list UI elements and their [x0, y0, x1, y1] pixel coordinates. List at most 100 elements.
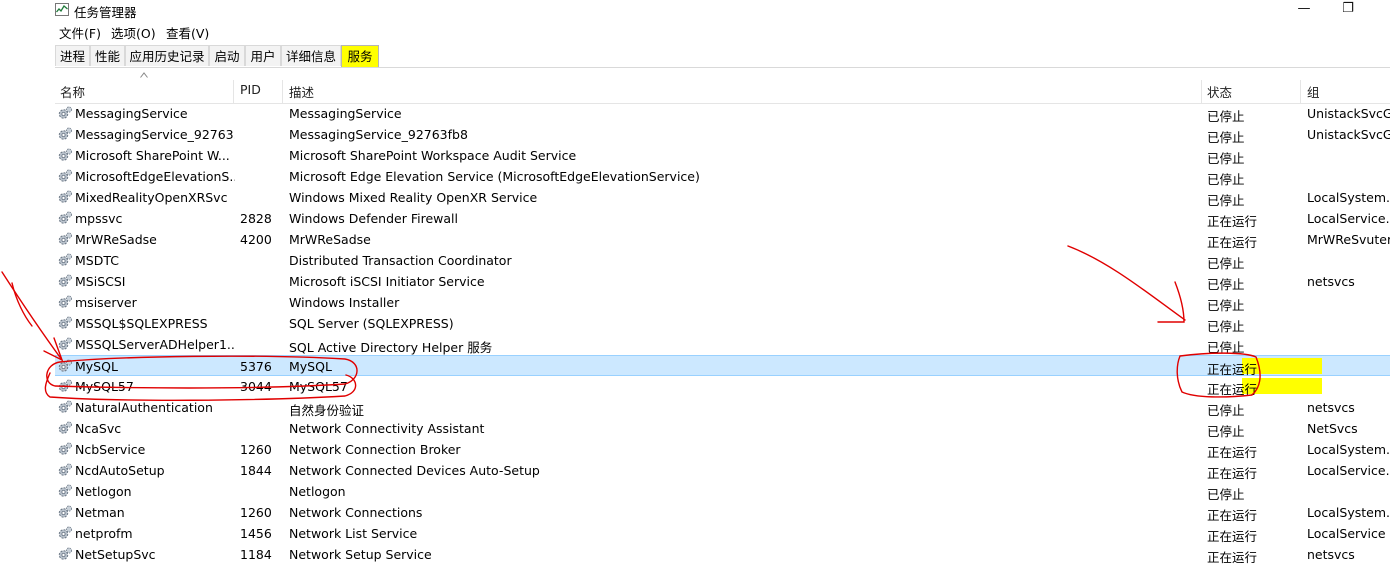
service-description: SQL Server (SQLEXPRESS)	[289, 316, 454, 331]
service-pid: 3044	[240, 379, 272, 394]
table-row[interactable]: NaturalAuthentication 自然身份验证 已停止 netsvcs	[55, 397, 1390, 418]
service-gear-icon	[58, 379, 72, 392]
service-description: Network List Service	[289, 526, 418, 541]
service-status: 已停止	[1207, 151, 1245, 166]
service-name: MSSQL$SQLEXPRESS	[75, 316, 208, 331]
service-name: MessagingService_92763...	[75, 127, 235, 142]
service-pid: 4200	[240, 232, 272, 247]
table-row[interactable]: MixedRealityOpenXRSvc Windows Mixed Reali…	[55, 187, 1390, 208]
table-row[interactable]: msiserver Windows Installer 已停止	[55, 292, 1390, 313]
column-description[interactable]: 描述	[289, 82, 314, 101]
column-status[interactable]: 状态	[1207, 82, 1232, 101]
table-row[interactable]: MSiSCSI Microsoft iSCSI Initiator Service…	[55, 271, 1390, 292]
table-row[interactable]: NcbService 1260 Network Connection Broker 正…	[55, 439, 1390, 460]
service-gear-icon	[58, 295, 72, 308]
service-group: LocalService...	[1307, 211, 1390, 226]
service-group: NetSvcs	[1307, 421, 1358, 436]
service-group: LocalService...	[1307, 463, 1390, 478]
table-row[interactable]: MicrosoftEdgeElevationS... Microsoft Edge…	[55, 166, 1390, 187]
service-name: NetSetupSvc	[75, 547, 156, 562]
service-name: Netman	[75, 505, 125, 520]
annotation-arrow-left-stroke	[11, 282, 33, 327]
table-row[interactable]: NcaSvc Network Connectivity Assistant 已停止 N…	[55, 418, 1390, 439]
service-description: MySQL	[289, 359, 332, 374]
menu-view[interactable]: 查看(V)	[166, 23, 209, 42]
service-status: 正在运行	[1207, 235, 1258, 250]
column-group[interactable]: 组	[1307, 82, 1320, 101]
table-row[interactable]: MySQL 5376 MySQL 正在运行	[55, 355, 1390, 377]
restore-button[interactable]: ❐	[1325, 0, 1371, 20]
table-row[interactable]: mpssvc 2828 Windows Defender Firewall 正在运行 L…	[55, 208, 1390, 229]
service-name: MixedRealityOpenXRSvc	[75, 190, 228, 205]
table-row[interactable]: Microsoft SharePoint W... Microsoft Share…	[55, 145, 1390, 166]
tab-services[interactable]: 服务	[341, 45, 379, 67]
table-row[interactable]: NcdAutoSetup 1844 Network Connected Device…	[55, 460, 1390, 481]
service-status: 已停止	[1207, 130, 1245, 145]
title-bar: 任务管理器 — ❐	[0, 0, 1390, 20]
service-description: SQL Active Directory Helper 服务	[289, 340, 493, 355]
service-gear-icon	[58, 337, 72, 350]
table-row[interactable]: MSSQL$SQLEXPRESS SQL Server (SQLEXPRESS) 已…	[55, 313, 1390, 334]
tab-details[interactable]: 详细信息	[281, 45, 341, 66]
column-divider[interactable]	[233, 80, 234, 103]
service-status: 已停止	[1207, 319, 1245, 334]
service-pid: 1456	[240, 526, 272, 541]
service-name: MicrosoftEdgeElevationS...	[75, 169, 235, 184]
table-row[interactable]: MSSQLServerADHelper1... SQL Active Direct…	[55, 334, 1390, 355]
service-status: 已停止	[1207, 109, 1245, 124]
service-gear-icon	[58, 127, 72, 140]
service-name: MySQL	[75, 359, 118, 374]
service-status: 已停止	[1207, 172, 1245, 187]
table-row[interactable]: MessagingService_92763... MessagingServic…	[55, 124, 1390, 145]
service-group: UnistackSvcG...	[1307, 127, 1390, 142]
table-row[interactable]: MySQL57 3044 MySQL57 正在运行	[55, 376, 1390, 397]
tab-performance[interactable]: 性能	[90, 45, 125, 66]
service-status: 已停止	[1207, 340, 1245, 355]
table-row[interactable]: MessagingService MessagingService 已停止 Unist…	[55, 103, 1390, 124]
tab-users[interactable]: 用户	[245, 45, 281, 66]
service-gear-icon	[58, 274, 72, 287]
service-status: 已停止	[1207, 487, 1245, 502]
service-group: LocalSystem...	[1307, 505, 1390, 520]
service-description: Microsoft SharePoint Workspace Audit Ser…	[289, 148, 577, 163]
column-divider[interactable]	[1201, 80, 1202, 103]
service-group: netsvcs	[1307, 547, 1355, 562]
service-gear-icon	[58, 505, 72, 518]
minimize-button[interactable]: —	[1281, 0, 1327, 20]
sort-ascending-icon	[140, 72, 148, 78]
table-row[interactable]: Netlogon Netlogon 已停止	[55, 481, 1390, 502]
service-status: 已停止	[1207, 277, 1245, 292]
service-group: MrWReSvuter	[1307, 232, 1390, 247]
service-description: Windows Defender Firewall	[289, 211, 458, 226]
column-pid[interactable]: PID	[240, 82, 261, 97]
service-status: 已停止	[1207, 193, 1245, 208]
tab-app-history[interactable]: 应用历史记录	[125, 45, 209, 66]
task-manager-icon	[55, 3, 69, 16]
column-name[interactable]: 名称	[60, 82, 85, 101]
service-name: NcbService	[75, 442, 146, 457]
service-description: 自然身份验证	[289, 403, 365, 418]
table-row[interactable]: NetSetupSvc 1184 Network Setup Service 正在运行…	[55, 544, 1390, 565]
column-divider[interactable]	[1300, 80, 1301, 103]
service-gear-icon	[58, 106, 72, 119]
service-description: Windows Installer	[289, 295, 400, 310]
tab-startup[interactable]: 启动	[209, 45, 245, 66]
service-gear-icon	[58, 526, 72, 539]
table-row[interactable]: netprofm 1456 Network List Service 正在运行 Loca…	[55, 523, 1390, 544]
service-description: Windows Mixed Reality OpenXR Service	[289, 190, 538, 205]
tab-processes[interactable]: 进程	[55, 45, 90, 66]
service-gear-icon	[58, 463, 72, 476]
service-status: 正在运行	[1207, 445, 1258, 460]
service-group: netsvcs	[1307, 400, 1355, 415]
column-divider[interactable]	[282, 80, 283, 103]
menu-file[interactable]: 文件(F)	[59, 23, 101, 42]
menu-options[interactable]: 选项(O)	[111, 23, 156, 42]
table-row[interactable]: Netman 1260 Network Connections 正在运行 LocalSy…	[55, 502, 1390, 523]
service-name: MSSQLServerADHelper1...	[75, 337, 235, 352]
service-gear-icon	[58, 232, 72, 245]
service-status: 正在运行	[1207, 550, 1258, 565]
service-description: Microsoft iSCSI Initiator Service	[289, 274, 485, 289]
table-row[interactable]: MSDTC Distributed Transaction Coordinator…	[55, 250, 1390, 271]
service-group: LocalSystem...	[1307, 190, 1390, 205]
table-row[interactable]: MrWReSadse 4200 MrWReSadse 正在运行 MrWReSvuter	[55, 229, 1390, 250]
